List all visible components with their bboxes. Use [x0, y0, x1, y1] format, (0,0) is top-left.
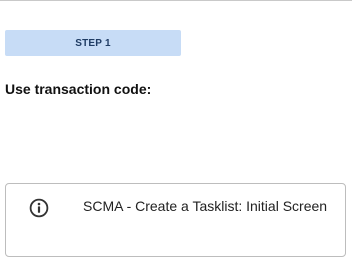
info-panel: SCMA - Create a Tasklist: Initial Screen [5, 183, 346, 257]
step-badge: STEP 1 [5, 30, 181, 56]
info-circle-icon [29, 198, 49, 218]
info-text: SCMA - Create a Tasklist: Initial Screen [83, 198, 328, 214]
instruction-heading: Use transaction code: [5, 81, 152, 97]
top-divider [0, 0, 352, 1]
step-label: STEP 1 [75, 37, 111, 49]
